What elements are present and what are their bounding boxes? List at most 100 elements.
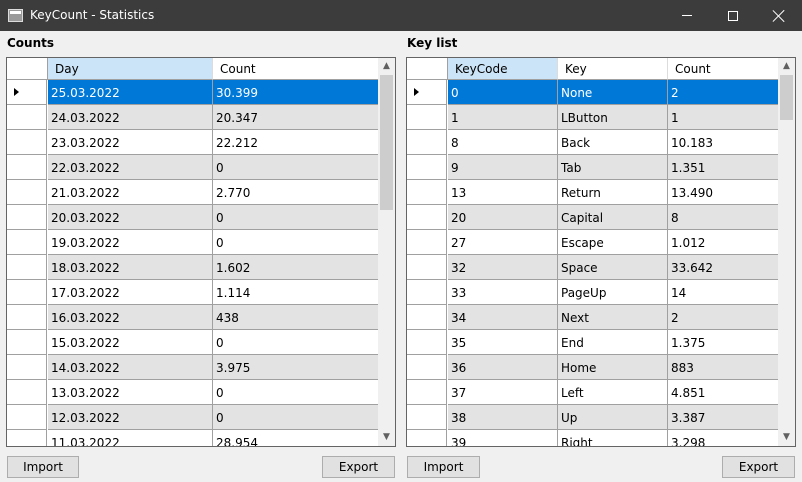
counts-col-count[interactable]: Count: [213, 58, 379, 80]
keylist-export-button[interactable]: Export: [722, 456, 795, 478]
counts-table-row[interactable]: 21.03.2022 2.770: [7, 180, 379, 205]
keylist-table-row[interactable]: 8 Back 10.183: [407, 130, 779, 155]
keylist-cell-keycode[interactable]: 0: [448, 80, 558, 105]
keylist-table-row[interactable]: 20 Capital 8: [407, 205, 779, 230]
keylist-cell-count[interactable]: 13.490: [668, 180, 779, 205]
scroll-up-icon[interactable]: ▲: [378, 58, 395, 75]
counts-cell-day[interactable]: 11.03.2022: [48, 430, 213, 446]
keylist-cell-count[interactable]: 3.387: [668, 405, 779, 430]
counts-table-row[interactable]: 24.03.2022 20.347: [7, 105, 379, 130]
counts-table-row[interactable]: 12.03.2022 0: [7, 405, 379, 430]
keylist-table-row[interactable]: 35 End 1.375: [407, 330, 779, 355]
keylist-table-row[interactable]: 37 Left 4.851: [407, 380, 779, 405]
counts-table-row[interactable]: 14.03.2022 3.975: [7, 355, 379, 380]
counts-table-row[interactable]: 18.03.2022 1.602: [7, 255, 379, 280]
row-header[interactable]: [7, 405, 47, 430]
counts-col-day[interactable]: Day: [48, 58, 213, 80]
row-header[interactable]: [407, 230, 447, 255]
counts-table-row[interactable]: 23.03.2022 22.212: [7, 130, 379, 155]
keylist-cell-key[interactable]: Return: [558, 180, 668, 205]
keylist-cell-keycode[interactable]: 27: [448, 230, 558, 255]
counts-export-button[interactable]: Export: [322, 456, 395, 478]
row-header[interactable]: [7, 430, 47, 446]
counts-cell-day[interactable]: 12.03.2022: [48, 405, 213, 430]
keylist-cell-keycode[interactable]: 13: [448, 180, 558, 205]
keylist-cell-key[interactable]: Escape: [558, 230, 668, 255]
keylist-cell-key[interactable]: Left: [558, 380, 668, 405]
keylist-table-row[interactable]: 38 Up 3.387: [407, 405, 779, 430]
keylist-cell-keycode[interactable]: 38: [448, 405, 558, 430]
counts-cell-count[interactable]: 22.212: [213, 130, 379, 155]
row-header[interactable]: [7, 330, 47, 355]
keylist-cell-count[interactable]: 1.351: [668, 155, 779, 180]
keylist-col-key[interactable]: Key: [558, 58, 668, 80]
maximize-button[interactable]: [710, 0, 756, 31]
keylist-grid[interactable]: KeyCode Key Count 0 None 2 1 LButton 1 8 Back 10…: [406, 57, 796, 447]
keylist-cell-count[interactable]: 2: [668, 80, 779, 105]
counts-import-button[interactable]: Import: [7, 456, 79, 478]
counts-table-row[interactable]: 16.03.2022 438: [7, 305, 379, 330]
counts-cell-count[interactable]: 0: [213, 155, 379, 180]
counts-cell-day[interactable]: 22.03.2022: [48, 155, 213, 180]
keylist-cell-keycode[interactable]: 39: [448, 430, 558, 446]
keylist-cell-key[interactable]: LButton: [558, 105, 668, 130]
keylist-cell-count[interactable]: 8: [668, 205, 779, 230]
row-header[interactable]: [7, 180, 47, 205]
counts-cell-count[interactable]: 1.114: [213, 280, 379, 305]
counts-cell-count[interactable]: 0: [213, 230, 379, 255]
keylist-cell-count[interactable]: 10.183: [668, 130, 779, 155]
counts-table-row[interactable]: 13.03.2022 0: [7, 380, 379, 405]
scroll-down-icon[interactable]: ▼: [378, 429, 395, 446]
row-header[interactable]: [407, 405, 447, 430]
keylist-cell-key[interactable]: None: [558, 80, 668, 105]
row-header[interactable]: [7, 130, 47, 155]
keylist-cell-keycode[interactable]: 9: [448, 155, 558, 180]
keylist-cell-keycode[interactable]: 1: [448, 105, 558, 130]
keylist-cell-keycode[interactable]: 34: [448, 305, 558, 330]
row-header[interactable]: [407, 380, 447, 405]
keylist-table-row[interactable]: 27 Escape 1.012: [407, 230, 779, 255]
keylist-cell-key[interactable]: Home: [558, 355, 668, 380]
keylist-cell-key[interactable]: Tab: [558, 155, 668, 180]
counts-cell-day[interactable]: 16.03.2022: [48, 305, 213, 330]
counts-table-row[interactable]: 19.03.2022 0: [7, 230, 379, 255]
keylist-table-row[interactable]: 34 Next 2: [407, 305, 779, 330]
counts-cell-day[interactable]: 17.03.2022: [48, 280, 213, 305]
keylist-cell-count[interactable]: 1: [668, 105, 779, 130]
keylist-cell-count[interactable]: 33.642: [668, 255, 779, 280]
keylist-cell-count[interactable]: 883: [668, 355, 779, 380]
keylist-cell-keycode[interactable]: 33: [448, 280, 558, 305]
row-header[interactable]: [7, 255, 47, 280]
keylist-cell-keycode[interactable]: 37: [448, 380, 558, 405]
counts-cell-count[interactable]: 438: [213, 305, 379, 330]
minimize-button[interactable]: [664, 0, 710, 31]
counts-cell-day[interactable]: 24.03.2022: [48, 105, 213, 130]
row-header[interactable]: [407, 80, 447, 105]
keylist-cell-key[interactable]: Right: [558, 430, 668, 446]
keylist-cell-count[interactable]: 2: [668, 305, 779, 330]
keylist-cell-key[interactable]: Back: [558, 130, 668, 155]
row-header[interactable]: [407, 205, 447, 230]
row-header[interactable]: [7, 155, 47, 180]
scroll-down-icon[interactable]: ▼: [778, 429, 795, 446]
keylist-table-row[interactable]: 39 Right 3.298: [407, 430, 779, 446]
counts-cell-count[interactable]: 20.347: [213, 105, 379, 130]
keylist-cell-key[interactable]: End: [558, 330, 668, 355]
keylist-col-keycode[interactable]: KeyCode: [448, 58, 558, 80]
counts-table-row[interactable]: 20.03.2022 0: [7, 205, 379, 230]
keylist-table-row[interactable]: 32 Space 33.642: [407, 255, 779, 280]
counts-cell-count[interactable]: 28.954: [213, 430, 379, 446]
row-header[interactable]: [407, 255, 447, 280]
keylist-table-row[interactable]: 13 Return 13.490: [407, 180, 779, 205]
keylist-scroll-thumb[interactable]: [780, 75, 793, 120]
scroll-up-icon[interactable]: ▲: [778, 58, 795, 75]
keylist-cell-count[interactable]: 3.298: [668, 430, 779, 446]
row-header[interactable]: [407, 305, 447, 330]
keylist-cell-keycode[interactable]: 36: [448, 355, 558, 380]
row-header[interactable]: [7, 380, 47, 405]
row-header[interactable]: [7, 305, 47, 330]
keylist-cell-key[interactable]: Up: [558, 405, 668, 430]
counts-cell-count[interactable]: 0: [213, 330, 379, 355]
row-header[interactable]: [7, 105, 47, 130]
counts-cell-count[interactable]: 0: [213, 405, 379, 430]
